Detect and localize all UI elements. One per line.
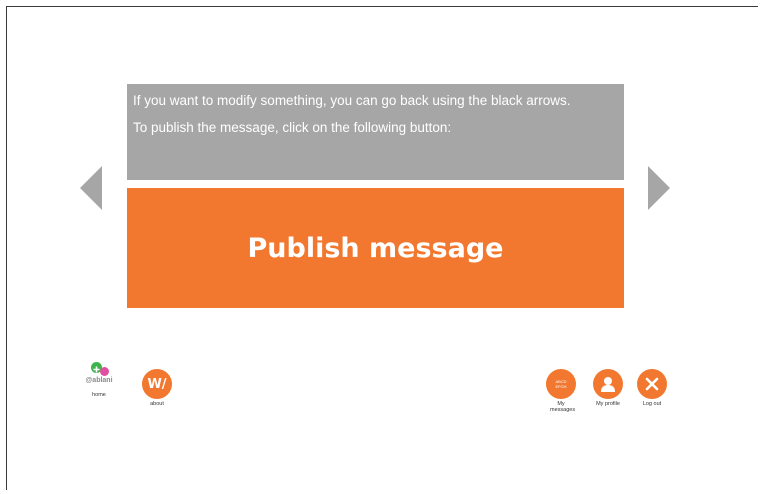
about-button[interactable]: W/ about: [137, 369, 177, 407]
user-icon: [593, 369, 623, 399]
home-icon: @ablani: [79, 362, 119, 390]
pink-dot-icon: [100, 367, 109, 376]
about-icon: W/: [142, 369, 172, 399]
messages-icon-text: ABCD EFGH: [555, 379, 567, 389]
log-out-button[interactable]: Log out: [632, 369, 672, 407]
messages-icon: ABCD EFGH: [546, 369, 576, 399]
publish-message-button[interactable]: Publish message: [127, 188, 624, 308]
my-profile-button[interactable]: My profile: [588, 369, 628, 407]
log-out-label: Log out: [642, 401, 662, 407]
my-profile-label: My profile: [596, 401, 620, 407]
about-label: about: [150, 401, 164, 407]
about-logo-text: W/: [147, 376, 167, 392]
home-button[interactable]: @ablani home: [79, 362, 119, 398]
home-label: home: [92, 392, 106, 398]
forward-arrow[interactable]: [646, 166, 670, 215]
instructions-line-1: If you want to modify something, you can…: [133, 93, 571, 108]
home-brand-text: @ablani: [85, 377, 113, 384]
my-messages-label: My messages: [550, 401, 576, 413]
instructions-box: If you want to modify something, you can…: [127, 84, 624, 180]
instructions-line-2: To publish the message, click on the fol…: [133, 120, 452, 135]
close-icon: [637, 369, 667, 399]
back-arrow[interactable]: [80, 166, 104, 215]
chevron-right-icon: [648, 166, 670, 210]
my-messages-button[interactable]: ABCD EFGH My messages: [541, 369, 581, 413]
chevron-left-icon: [80, 166, 102, 210]
